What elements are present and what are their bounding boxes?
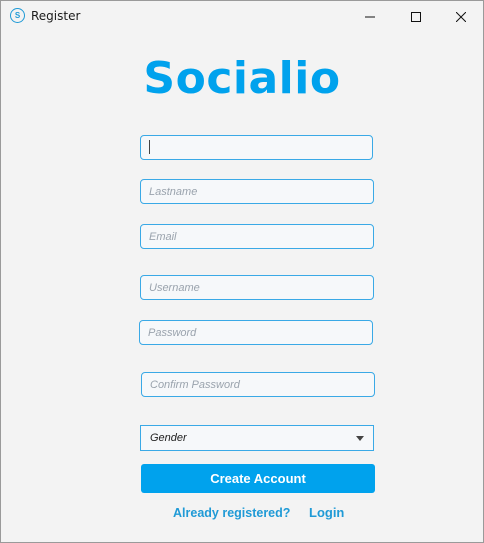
gender-select[interactable]: Gender bbox=[140, 425, 374, 451]
register-window: S Register Socialio Gender Create Accoun… bbox=[0, 0, 484, 543]
maximize-button[interactable] bbox=[393, 1, 439, 32]
window-title: Register bbox=[31, 9, 81, 23]
chevron-down-icon bbox=[356, 436, 364, 441]
close-icon bbox=[456, 11, 466, 22]
minimize-button[interactable] bbox=[347, 1, 393, 32]
app-logo: Socialio bbox=[143, 53, 341, 104]
lastname-input[interactable] bbox=[140, 179, 374, 204]
minimize-icon bbox=[365, 16, 375, 17]
create-account-button[interactable]: Create Account bbox=[141, 464, 375, 493]
title-bar[interactable]: S Register bbox=[1, 1, 483, 32]
username-input[interactable] bbox=[140, 275, 374, 300]
firstname-input[interactable] bbox=[140, 135, 373, 160]
already-registered-text: Already registered? bbox=[173, 506, 291, 520]
text-caret bbox=[149, 140, 150, 154]
login-link[interactable]: Login bbox=[309, 505, 344, 520]
confirm-password-input[interactable] bbox=[141, 372, 375, 397]
email-input[interactable] bbox=[140, 224, 374, 249]
password-input[interactable] bbox=[139, 320, 373, 345]
close-button[interactable] bbox=[438, 1, 484, 32]
app-icon: S bbox=[10, 8, 25, 23]
gender-select-value: Gender bbox=[150, 432, 187, 444]
maximize-icon bbox=[411, 11, 421, 22]
